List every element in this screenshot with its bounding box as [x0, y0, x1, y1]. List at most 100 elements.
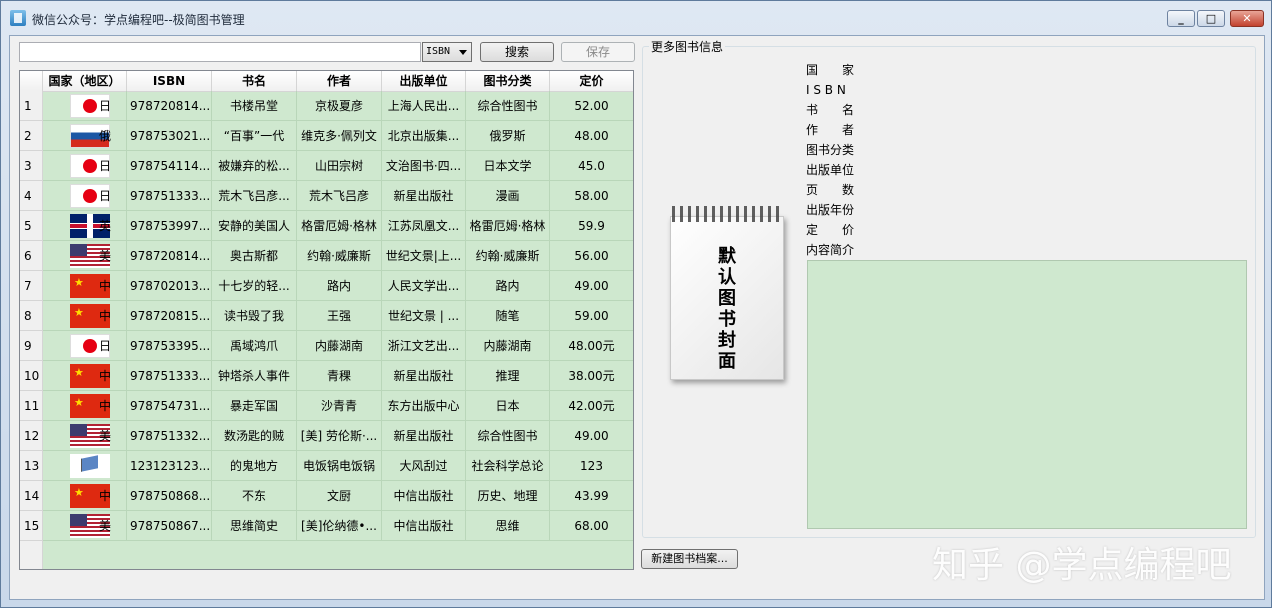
cell-isbn[interactable]: 978751333... — [127, 181, 212, 211]
cell-category[interactable]: 俄罗斯 — [466, 121, 550, 151]
cell-title[interactable]: 十七岁的轻... — [212, 271, 297, 301]
cell-publisher[interactable]: 文治图书·四... — [382, 151, 466, 181]
minimize-button[interactable]: _ — [1167, 10, 1195, 27]
header-isbn[interactable]: ISBN — [127, 71, 212, 91]
cell-isbn[interactable]: 123123123... — [127, 451, 212, 481]
search-field-select[interactable]: ISBN — [422, 42, 472, 62]
table-row[interactable]: 3 日 978754114... 被嫌弃的松... 山田宗树 文治图书·四... 日本文学 4… — [20, 151, 633, 181]
cell-isbn[interactable]: 978753395... — [127, 331, 212, 361]
cell-author[interactable]: 路内 — [297, 271, 382, 301]
cell-publisher[interactable]: 东方出版中心 — [382, 391, 466, 421]
cell-title[interactable]: 被嫌弃的松... — [212, 151, 297, 181]
cell-publisher[interactable]: 新星出版社 — [382, 181, 466, 211]
table-row[interactable]: 1 日 978720814... 书楼吊堂 京极夏彦 上海人民出... 综合性图书 52.00 — [20, 91, 633, 121]
cell-title[interactable]: 读书毁了我 — [212, 301, 297, 331]
cell-price[interactable]: 52.00 — [550, 91, 633, 121]
cell-category[interactable]: 社会科学总论 — [466, 451, 550, 481]
cell-author[interactable]: 王强 — [297, 301, 382, 331]
table-row[interactable]: 15 美 978750867... 思维简史 [美]伦纳德•... 中信出版社 思维 68.0… — [20, 511, 633, 541]
cell-isbn[interactable]: 978702013... — [127, 271, 212, 301]
cell-isbn[interactable]: 978754731... — [127, 391, 212, 421]
cell-publisher[interactable]: 北京出版集... — [382, 121, 466, 151]
header-title[interactable]: 书名 — [212, 71, 297, 91]
cell-category[interactable]: 格雷厄姆·格林 — [466, 211, 550, 241]
cell-price[interactable]: 38.00元 — [550, 361, 633, 391]
cell-category[interactable]: 思维 — [466, 511, 550, 541]
cell-country[interactable]: 中 — [43, 391, 127, 421]
table-row[interactable]: 6 美 978720814... 奥古斯都 约翰·威廉斯 世纪文景|上... 约翰·威廉斯 5… — [20, 241, 633, 271]
save-button[interactable]: 保存 — [561, 42, 635, 62]
cell-publisher[interactable]: 浙江文艺出... — [382, 331, 466, 361]
cell-category[interactable]: 随笔 — [466, 301, 550, 331]
cell-isbn[interactable]: 978754114... — [127, 151, 212, 181]
cell-price[interactable]: 45.0 — [550, 151, 633, 181]
cell-country[interactable]: 日 — [43, 181, 127, 211]
cell-isbn[interactable]: 978751332... — [127, 421, 212, 451]
cell-publisher[interactable]: 中信出版社 — [382, 511, 466, 541]
cell-author[interactable]: 荒木飞吕彦 — [297, 181, 382, 211]
cell-category[interactable]: 历史、地理 — [466, 481, 550, 511]
cell-country[interactable]: 美 — [43, 511, 127, 541]
search-input[interactable] — [19, 42, 421, 62]
cell-publisher[interactable]: 新星出版社 — [382, 421, 466, 451]
header-category[interactable]: 图书分类 — [466, 71, 550, 91]
maximize-button[interactable]: □ — [1197, 10, 1225, 27]
cell-price[interactable]: 48.00 — [550, 121, 633, 151]
cell-price[interactable]: 123 — [550, 451, 633, 481]
cell-title[interactable]: 书楼吊堂 — [212, 91, 297, 121]
cell-country[interactable]: 日 — [43, 91, 127, 121]
header-country[interactable]: 国家（地区） — [43, 71, 127, 91]
cell-author[interactable]: [美] 劳伦斯·... — [297, 421, 382, 451]
cell-isbn[interactable]: 978720814... — [127, 91, 212, 121]
cell-category[interactable]: 日本 — [466, 391, 550, 421]
cell-category[interactable]: 路内 — [466, 271, 550, 301]
cell-price[interactable]: 48.00元 — [550, 331, 633, 361]
table-row[interactable]: 4 日 978751333... 荒木飞吕彦... 荒木飞吕彦 新星出版社 漫画 58.00 — [20, 181, 633, 211]
header-publisher[interactable]: 出版单位 — [382, 71, 466, 91]
search-button[interactable]: 搜索 — [480, 42, 554, 62]
cell-isbn[interactable]: 978753021... — [127, 121, 212, 151]
cell-category[interactable]: 推理 — [466, 361, 550, 391]
cell-title[interactable]: 钟塔杀人事件 — [212, 361, 297, 391]
cell-publisher[interactable]: 上海人民出... — [382, 91, 466, 121]
cell-country[interactable]: 美 — [43, 241, 127, 271]
cell-publisher[interactable]: 人民文学出... — [382, 271, 466, 301]
table-row[interactable]: 11 中 978754731...暴走军国沙青青东方出版中心日本42.00元 — [20, 391, 633, 421]
cell-country[interactable] — [43, 451, 127, 481]
cell-author[interactable]: 格雷厄姆·格林 — [297, 211, 382, 241]
cell-price[interactable]: 59.9 — [550, 211, 633, 241]
cell-publisher[interactable]: 世纪文景|上... — [382, 241, 466, 271]
table-row[interactable]: 5 英 978753997... 安静的美国人 格雷厄姆·格林 江苏凤凰文... 格雷厄姆·… — [20, 211, 633, 241]
cell-country[interactable]: 日 — [43, 151, 127, 181]
cell-category[interactable]: 综合性图书 — [466, 421, 550, 451]
cell-price[interactable]: 68.00 — [550, 511, 633, 541]
cell-author[interactable]: 青稞 — [297, 361, 382, 391]
cell-isbn[interactable]: 978750868... — [127, 481, 212, 511]
cell-title[interactable]: 数汤匙的贼 — [212, 421, 297, 451]
cell-price[interactable]: 43.99 — [550, 481, 633, 511]
cell-title[interactable]: 安静的美国人 — [212, 211, 297, 241]
cell-publisher[interactable]: 世纪文景 | ... — [382, 301, 466, 331]
cell-country[interactable]: 美 — [43, 421, 127, 451]
cell-category[interactable]: 日本文学 — [466, 151, 550, 181]
cell-author[interactable]: 内藤湖南 — [297, 331, 382, 361]
cell-title[interactable]: 的鬼地方 — [212, 451, 297, 481]
cell-title[interactable]: 禹域鸿爪 — [212, 331, 297, 361]
cell-title[interactable]: 暴走军国 — [212, 391, 297, 421]
cell-publisher[interactable]: 新星出版社 — [382, 361, 466, 391]
cell-author[interactable]: 京极夏彦 — [297, 91, 382, 121]
cell-country[interactable]: 日 — [43, 331, 127, 361]
cell-author[interactable]: [美]伦纳德•... — [297, 511, 382, 541]
table-row[interactable]: 10 中 978751333...钟塔杀人事件青稞新星出版社推理38.00元 — [20, 361, 633, 391]
cell-publisher[interactable]: 中信出版社 — [382, 481, 466, 511]
cell-publisher[interactable]: 江苏凤凰文... — [382, 211, 466, 241]
cell-author[interactable]: 维克多·佩列文 — [297, 121, 382, 151]
cell-price[interactable]: 42.00元 — [550, 391, 633, 421]
cell-country[interactable]: 中 — [43, 301, 127, 331]
cell-country[interactable]: 中 — [43, 481, 127, 511]
cell-author[interactable]: 电饭锅电饭锅 — [297, 451, 382, 481]
summary-textarea[interactable] — [807, 260, 1247, 529]
table-row[interactable]: 7中978702013...十七岁的轻...路内人民文学出...路内49.00 — [20, 271, 633, 301]
cell-publisher[interactable]: 大风刮过 — [382, 451, 466, 481]
cell-isbn[interactable]: 978750867... — [127, 511, 212, 541]
